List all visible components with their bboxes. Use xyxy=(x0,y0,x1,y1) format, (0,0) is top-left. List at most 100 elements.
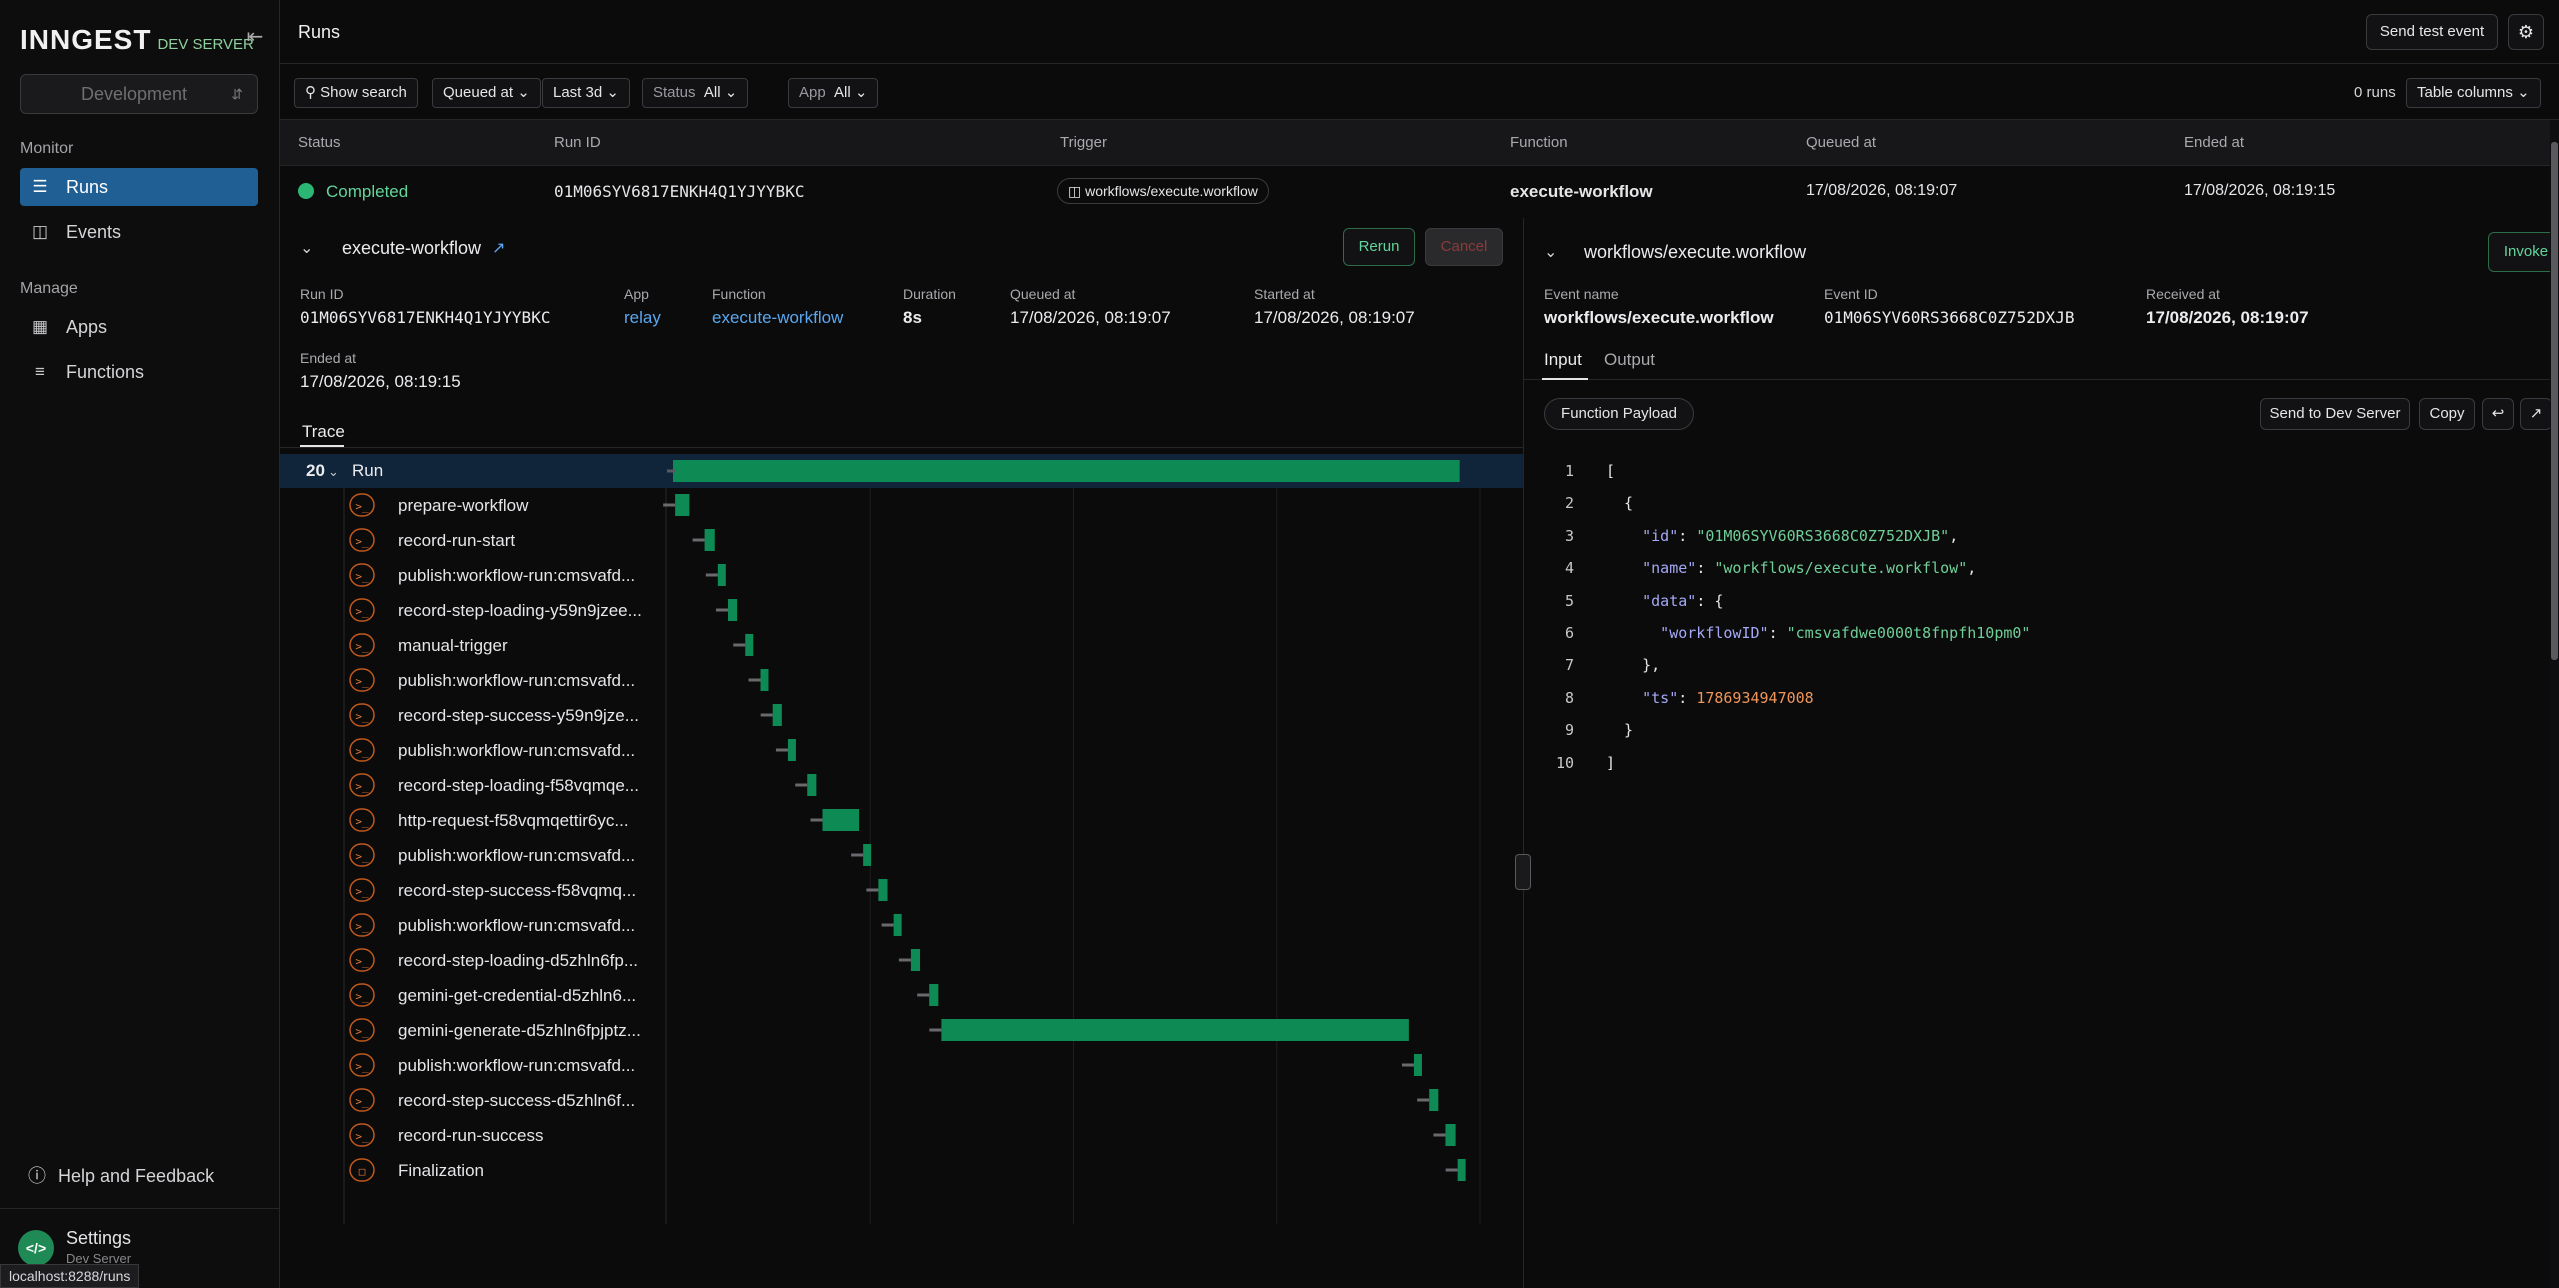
code-line: "id": "01M06SYV60RS3668C0Z752DXJB", xyxy=(1606,527,1958,545)
step-label[interactable]: record-run-start xyxy=(398,531,515,550)
code-line-number: 9 xyxy=(1564,721,1574,740)
step-label[interactable]: publish:workflow-run:cmsvafd... xyxy=(398,741,635,760)
step-label[interactable]: record-step-success-d5zhln6f... xyxy=(398,1091,635,1110)
col-queued-at[interactable]: Queued at xyxy=(1806,134,1876,151)
copy-button[interactable]: Copy xyxy=(2419,398,2475,430)
function-link[interactable]: execute-workflow xyxy=(712,308,843,328)
step-bar[interactable] xyxy=(717,564,726,586)
cancel-button[interactable]: Cancel xyxy=(1425,228,1503,266)
step-label[interactable]: gemini-generate-d5zhln6fpjptz... xyxy=(398,1021,641,1040)
step-bar[interactable] xyxy=(745,634,754,656)
time-range-select[interactable]: Last 3d ⌄ xyxy=(542,78,630,108)
function-payload-button[interactable]: Function Payload xyxy=(1544,398,1694,430)
scrollbar-thumb[interactable] xyxy=(2551,142,2558,660)
sidebar-item-apps[interactable]: ▦ Apps xyxy=(20,308,258,346)
tab-output[interactable]: Output xyxy=(1604,350,1655,370)
rerun-button[interactable]: Rerun xyxy=(1343,228,1415,266)
ended-at-value: 17/08/2026, 08:19:15 xyxy=(300,372,461,391)
trigger-label: workflows/execute.workflow xyxy=(1085,183,1258,199)
step-label[interactable]: prepare-workflow xyxy=(398,496,529,515)
run-span-bar[interactable] xyxy=(673,460,1460,482)
table-columns-label: Table columns xyxy=(2417,84,2513,101)
step-bar[interactable] xyxy=(727,599,738,621)
col-function[interactable]: Function xyxy=(1510,134,1568,151)
step-label[interactable]: manual-trigger xyxy=(398,636,508,655)
step-label[interactable]: gemini-get-credential-d5zhln6... xyxy=(398,986,636,1005)
col-run-id[interactable]: Run ID xyxy=(554,134,601,151)
step-bar[interactable] xyxy=(772,704,782,726)
chevron-down-icon[interactable]: ⌄ xyxy=(328,465,339,480)
send-to-dev-server-button[interactable]: Send to Dev Server xyxy=(2260,398,2410,430)
step-label[interactable]: publish:workflow-run:cmsvafd... xyxy=(398,916,635,935)
step-label[interactable]: publish:workflow-run:cmsvafd... xyxy=(398,846,635,865)
step-label[interactable]: http-request-f58vqmqettir6yc... xyxy=(398,811,629,830)
code-line-number: 6 xyxy=(1564,624,1574,642)
step-label[interactable]: publish:workflow-run:cmsvafd... xyxy=(398,566,635,585)
step-label[interactable]: record-step-success-y59n9jze... xyxy=(398,706,639,725)
settings-avatar-icon[interactable]: </> xyxy=(18,1230,54,1266)
page-scrollbar[interactable] xyxy=(2550,120,2559,1288)
col-ended-at[interactable]: Ended at xyxy=(2184,134,2244,151)
step-label[interactable]: record-step-loading-y59n9jzee... xyxy=(398,601,642,620)
col-trigger[interactable]: Trigger xyxy=(1060,134,1107,151)
step-label[interactable]: Finalization xyxy=(398,1161,484,1180)
step-bar[interactable] xyxy=(893,914,902,936)
app-filter[interactable]: App All ⌄ xyxy=(788,78,879,108)
code-line: } xyxy=(1606,721,1633,739)
environment-select[interactable]: Development ⇵ xyxy=(20,74,258,114)
sidebar-item-functions[interactable]: ≡ Functions xyxy=(20,353,258,391)
expand-button[interactable]: ↗ xyxy=(2520,398,2552,430)
panel-resize-handle[interactable] xyxy=(1515,854,1531,890)
code-token: } xyxy=(1606,721,1634,740)
step-label[interactable]: record-step-success-f58vqmq... xyxy=(398,881,636,900)
app-link[interactable]: relay xyxy=(624,308,661,328)
tab-input[interactable]: Input xyxy=(1544,350,1582,370)
step-bar[interactable] xyxy=(704,529,715,551)
step-bar[interactable] xyxy=(863,844,872,866)
settings-gear-button[interactable]: ⚙ xyxy=(2508,14,2544,50)
time-field-select[interactable]: Queued at ⌄ xyxy=(432,78,541,108)
step-glyph: >_ xyxy=(355,955,369,968)
step-label[interactable]: record-step-loading-f58vqmqe... xyxy=(398,776,639,795)
step-label[interactable]: record-step-loading-d5zhln6fp... xyxy=(398,951,638,970)
invoke-button[interactable]: Invoke xyxy=(2488,232,2559,272)
chevron-down-icon[interactable]: ⌄ xyxy=(1544,242,1557,262)
sidebar-item-runs[interactable]: ☰ Runs xyxy=(20,168,258,206)
step-bar[interactable] xyxy=(675,494,690,516)
step-bar[interactable] xyxy=(760,669,769,691)
tab-trace[interactable]: Trace xyxy=(302,422,345,442)
table-columns-select[interactable]: Table columns ⌄ xyxy=(2406,78,2541,108)
step-bar[interactable] xyxy=(910,949,921,971)
external-link-icon[interactable]: ↗ xyxy=(492,238,505,258)
step-bar[interactable] xyxy=(1413,1054,1422,1076)
runs-icon: ☰ xyxy=(32,177,48,196)
logo[interactable]: INNGEST DEV SERVER xyxy=(20,24,254,56)
step-label[interactable]: publish:workflow-run:cmsvafd... xyxy=(398,671,635,690)
step-bar[interactable] xyxy=(1457,1159,1466,1181)
collapse-sidebar-icon[interactable]: ⇤ xyxy=(244,26,266,48)
step-bar[interactable] xyxy=(787,739,796,761)
col-status[interactable]: Status xyxy=(298,134,341,151)
chevron-down-icon[interactable]: ⌄ xyxy=(300,238,313,258)
sidebar-item-events[interactable]: ◫ Events xyxy=(20,213,258,251)
show-search-button[interactable]: ⚲ Show search xyxy=(294,78,418,108)
step-bar[interactable] xyxy=(1429,1089,1439,1111)
wrap-lines-button[interactable]: ↩ xyxy=(2482,398,2514,430)
step-bar[interactable] xyxy=(941,1019,1409,1041)
step-bar[interactable] xyxy=(878,879,888,901)
step-bar[interactable] xyxy=(929,984,939,1006)
code-line: "workflowID": "cmsvafdwe0000t8fnpfh10pm0… xyxy=(1606,624,2030,642)
step-label[interactable]: publish:workflow-run:cmsvafd... xyxy=(398,1056,635,1075)
code-token: , xyxy=(1967,559,1977,578)
send-test-event-button[interactable]: Send test event xyxy=(2366,14,2498,50)
step-bar[interactable] xyxy=(1445,1124,1456,1146)
settings-label[interactable]: Settings xyxy=(66,1228,131,1249)
status-filter[interactable]: Status All ⌄ xyxy=(642,78,749,108)
table-row[interactable]: Completed 01M06SYV6817ENKH4Q1YJYYBKC ◫ w… xyxy=(280,166,2550,218)
step-bar[interactable] xyxy=(807,774,817,796)
trigger-pill[interactable]: ◫ workflows/execute.workflow xyxy=(1057,178,1269,204)
step-bar[interactable] xyxy=(822,809,860,831)
step-glyph: >_ xyxy=(355,605,369,618)
step-label[interactable]: record-run-success xyxy=(398,1126,544,1145)
help-and-feedback-link[interactable]: ⓘ Help and Feedback xyxy=(28,1162,226,1188)
